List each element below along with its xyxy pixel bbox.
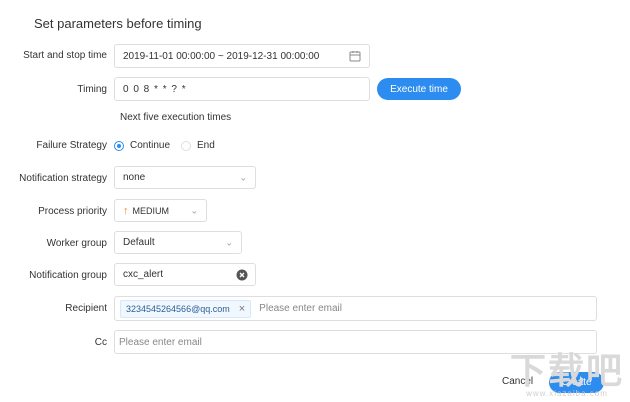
watermark-main: 下载吧 — [509, 350, 624, 391]
notification-strategy-value: none — [123, 172, 146, 183]
radio-continue-label: Continue — [130, 140, 171, 151]
recipient-placeholder: Please enter email — [259, 303, 342, 314]
notification-strategy-select[interactable]: none ⌄ — [114, 166, 256, 189]
dialog-title: Set parameters before timing — [34, 16, 202, 31]
process-priority-value: MEDIUM — [132, 205, 170, 216]
cc-label: Cc — [94, 337, 107, 348]
timing-label: Timing — [77, 84, 107, 95]
watermark-sub: www.xiazaiba.com — [526, 389, 608, 398]
failure-strategy-label: Failure Strategy — [36, 140, 107, 151]
timing-input[interactable]: 0 0 8 * * ? * — [114, 77, 370, 101]
worker-group-label: Worker group — [46, 238, 107, 249]
close-icon[interactable]: × — [239, 303, 245, 315]
chevron-down-icon: ⌄ — [225, 237, 233, 247]
recipient-label: Recipient — [65, 303, 107, 314]
recipient-tag: 3234545264566@qq.com × — [120, 299, 252, 318]
start-stop-time-picker[interactable]: 2019-11-01 00:00:00 ~ 2019-12-31 00:00:0… — [114, 44, 370, 68]
worker-group-value: Default — [123, 237, 155, 248]
clear-icon[interactable] — [236, 269, 248, 284]
notification-group-value: cxc_alert — [123, 269, 164, 280]
arrow-up-icon: ↑ — [123, 204, 129, 217]
notification-strategy-label: Notification strategy — [19, 173, 107, 184]
radio-end-label: End — [197, 140, 215, 151]
notification-group-label: Notification group — [29, 270, 107, 281]
worker-group-select[interactable]: Default ⌄ — [114, 231, 242, 254]
radio-continue-circle[interactable] — [114, 140, 124, 151]
recipient-tag-label: 3234545264566@qq.com — [126, 303, 230, 314]
radio-end[interactable]: End — [181, 140, 215, 151]
cc-placeholder: Please enter email — [119, 336, 202, 348]
execute-time-button[interactable]: Execute time — [377, 78, 461, 100]
recipient-input[interactable]: 3234545264566@qq.com × Please enter emai… — [114, 296, 597, 321]
timing-value: 0 0 8 * * ? * — [123, 83, 187, 95]
watermark-logo: 下载吧 www.xiazaiba.com — [509, 350, 624, 399]
radio-end-circle[interactable] — [181, 140, 191, 151]
chevron-down-icon: ⌄ — [239, 172, 247, 182]
calendar-icon — [349, 50, 361, 65]
notification-group-select[interactable]: cxc_alert — [114, 263, 256, 286]
chevron-down-icon: ⌄ — [190, 205, 198, 215]
process-priority-select[interactable]: ↑ MEDIUM ⌄ — [114, 199, 207, 222]
start-stop-label: Start and stop time — [23, 50, 107, 61]
start-stop-value: 2019-11-01 00:00:00 ~ 2019-12-31 00:00:0… — [123, 50, 320, 62]
radio-continue[interactable]: Continue — [114, 140, 170, 151]
process-priority-label: Process priority — [38, 206, 107, 217]
next-five-times-label: Next five execution times — [120, 112, 232, 123]
